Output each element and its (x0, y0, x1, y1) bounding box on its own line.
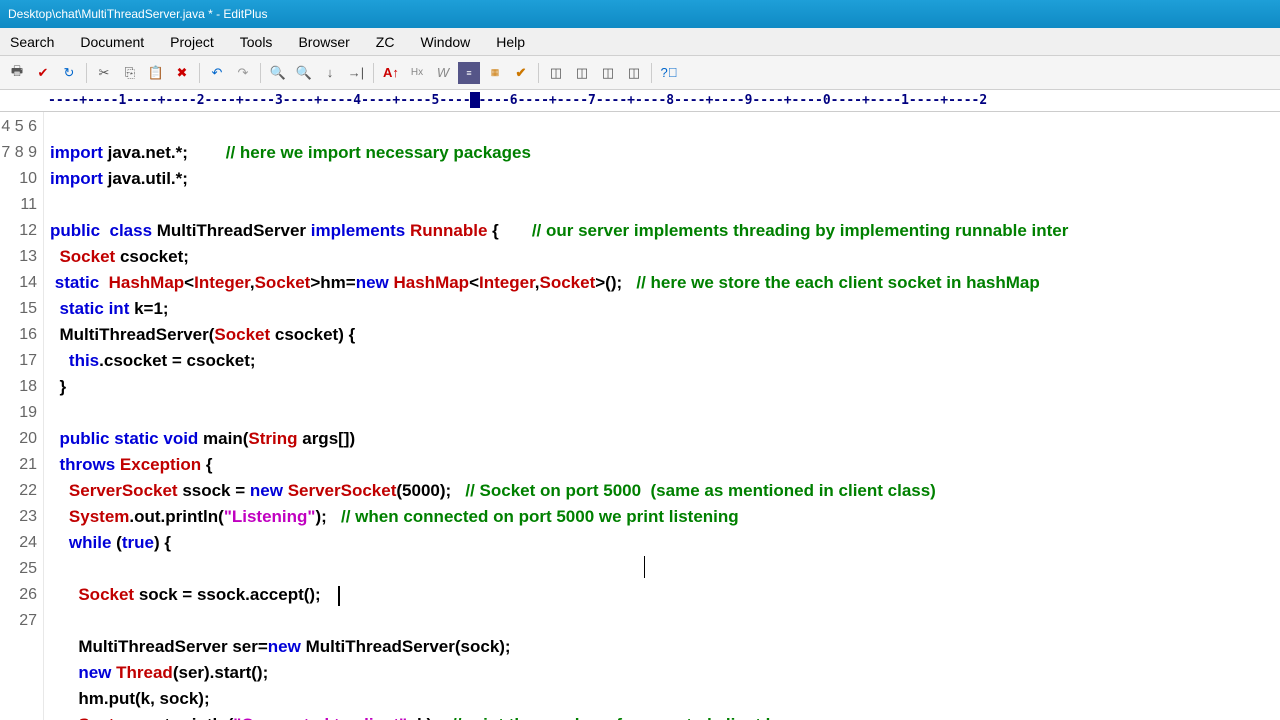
menu-document[interactable]: Document (74, 30, 150, 54)
menu-tools[interactable]: Tools (234, 30, 279, 54)
find-icon[interactable]: 🔍 (267, 62, 289, 84)
window4-icon[interactable]: ◫ (623, 62, 645, 84)
separator (86, 63, 87, 83)
text-caret (338, 586, 340, 606)
line-number-gutter: 4 5 6 7 8 9 10 11 12 13 14 15 16 17 18 1… (0, 112, 44, 720)
toolbar: 🖶 ✔ ↻ ✂ ⎘ 📋 ✖ ↶ ↷ 🔍 🔍 ↓ →| A↑ Hx W ≡ ▦ ✔… (0, 56, 1280, 90)
help-icon[interactable]: ?⃝ (658, 62, 680, 84)
delete-icon[interactable]: ✖ (171, 62, 193, 84)
separator (538, 63, 539, 83)
check-icon[interactable]: ✔ (510, 62, 532, 84)
editor-area: 4 5 6 7 8 9 10 11 12 13 14 15 16 17 18 1… (0, 112, 1280, 720)
indent-icon[interactable]: →| (345, 62, 367, 84)
separator (651, 63, 652, 83)
title-bar: Desktop\chat\MultiThreadServer.java * - … (0, 0, 1280, 28)
print-icon[interactable]: 🖶 (6, 62, 28, 84)
separator (199, 63, 200, 83)
window2-icon[interactable]: ◫ (571, 62, 593, 84)
refresh-icon[interactable]: ↻ (58, 62, 80, 84)
code-content[interactable]: import java.net.*; // here we import nec… (44, 112, 1280, 720)
separator (260, 63, 261, 83)
separator (373, 63, 374, 83)
word-wrap-icon[interactable]: W (432, 62, 454, 84)
ruler: ----+----1----+----2----+----3----+----4… (0, 90, 1280, 112)
menu-bar: Search Document Project Tools Browser ZC… (0, 28, 1280, 56)
window3-icon[interactable]: ◫ (597, 62, 619, 84)
goto-icon[interactable]: ↓ (319, 62, 341, 84)
paste-icon[interactable]: 📋 (145, 62, 167, 84)
spellcheck-icon[interactable]: ✔ (32, 62, 54, 84)
menu-window[interactable]: Window (414, 30, 476, 54)
text-caret-2 (644, 556, 645, 578)
ruler-text: ----+----1----+----2----+----3----+----4… (48, 93, 987, 108)
menu-browser[interactable]: Browser (292, 30, 355, 54)
ruler-marker (470, 92, 480, 108)
menu-project[interactable]: Project (164, 30, 220, 54)
window1-icon[interactable]: ◫ (545, 62, 567, 84)
font-larger-icon[interactable]: A↑ (380, 62, 402, 84)
linenum-icon[interactable]: ≡ (458, 62, 480, 84)
undo-icon[interactable]: ↶ (206, 62, 228, 84)
menu-zc[interactable]: ZC (370, 30, 401, 54)
cut-icon[interactable]: ✂ (93, 62, 115, 84)
window-title: Desktop\chat\MultiThreadServer.java * - … (8, 7, 267, 21)
hex-icon[interactable]: Hx (406, 62, 428, 84)
menu-help[interactable]: Help (490, 30, 531, 54)
find-replace-icon[interactable]: 🔍 (293, 62, 315, 84)
copy-icon[interactable]: ⎘ (119, 62, 141, 84)
redo-icon[interactable]: ↷ (232, 62, 254, 84)
ruler-icon[interactable]: ▦ (484, 62, 506, 84)
menu-search[interactable]: Search (4, 30, 60, 54)
